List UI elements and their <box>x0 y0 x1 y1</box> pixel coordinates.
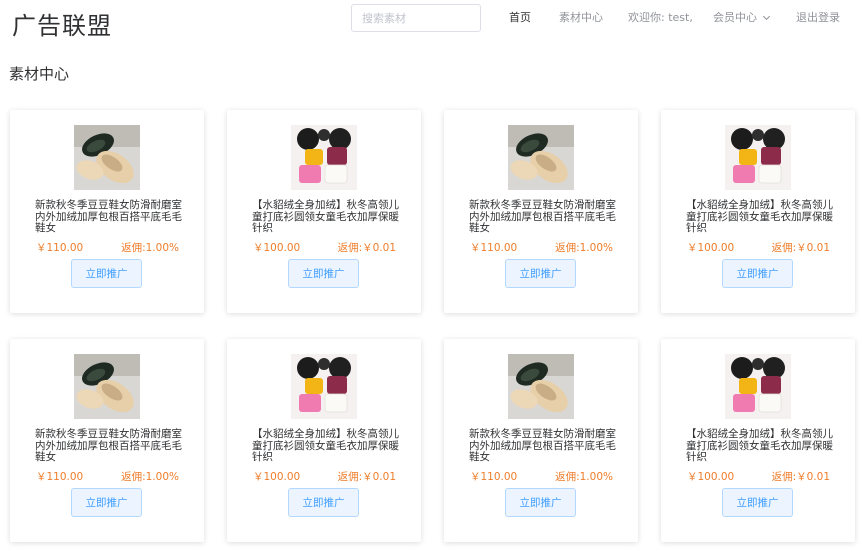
product-price: ￥100.00 <box>687 242 735 254</box>
product-title[interactable]: 【水貂绒全身加绒】秋冬高领儿童打底衫圆领女童毛衣加厚保暖针织 <box>686 199 836 235</box>
product-rebate: 返佣:1.00% <box>555 471 613 483</box>
promote-button[interactable]: 立即推广 <box>288 259 359 288</box>
product-image-shoes[interactable] <box>74 125 140 190</box>
product-rebate: 返佣:1.00% <box>555 242 613 254</box>
nav-home[interactable]: 首页 <box>509 9 531 25</box>
product-image-shoes[interactable] <box>74 354 140 419</box>
product-price: ￥110.00 <box>36 471 84 483</box>
product-card[interactable]: 新款秋冬季豆豆鞋女防滑耐磨室内外加绒加厚包根百搭平底毛毛鞋女 ￥110.00 返… <box>444 110 638 313</box>
product-title[interactable]: 【水貂绒全身加绒】秋冬高领儿童打底衫圆领女童毛衣加厚保暖针织 <box>252 199 402 235</box>
product-title[interactable]: 新款秋冬季豆豆鞋女防滑耐磨室内外加绒加厚包根百搭平底毛毛鞋女 <box>35 428 185 464</box>
page-title: 素材中心 <box>9 65 70 83</box>
top-header: 广告联盟 首页 素材中心 欢迎你: test, 会员中心 退出登录 <box>0 0 862 50</box>
product-rebate: 返佣:￥0.01 <box>771 471 830 483</box>
product-rebate: 返佣:￥0.01 <box>337 242 396 254</box>
promote-button[interactable]: 立即推广 <box>505 259 576 288</box>
promote-button[interactable]: 立即推广 <box>722 259 793 288</box>
product-title[interactable]: 【水貂绒全身加绒】秋冬高领儿童打底衫圆领女童毛衣加厚保暖针织 <box>252 428 402 464</box>
chevron-down-icon <box>762 12 771 21</box>
promote-button[interactable]: 立即推广 <box>288 488 359 517</box>
product-image-sweater[interactable] <box>291 125 357 190</box>
product-price: ￥110.00 <box>36 242 84 254</box>
product-price: ￥100.00 <box>253 471 301 483</box>
product-price: ￥100.00 <box>253 242 301 254</box>
product-card[interactable]: 新款秋冬季豆豆鞋女防滑耐磨室内外加绒加厚包根百搭平底毛毛鞋女 ￥110.00 返… <box>10 110 204 313</box>
product-card[interactable]: 【水貂绒全身加绒】秋冬高领儿童打底衫圆领女童毛衣加厚保暖针织 ￥100.00 返… <box>661 339 855 542</box>
product-price: ￥110.00 <box>470 242 518 254</box>
product-rebate: 返佣:1.00% <box>121 471 179 483</box>
search-input[interactable] <box>352 5 480 31</box>
promote-button[interactable]: 立即推广 <box>71 259 142 288</box>
product-title[interactable]: 新款秋冬季豆豆鞋女防滑耐磨室内外加绒加厚包根百搭平底毛毛鞋女 <box>469 199 619 235</box>
product-card[interactable]: 新款秋冬季豆豆鞋女防滑耐磨室内外加绒加厚包根百搭平底毛毛鞋女 ￥110.00 返… <box>10 339 204 542</box>
product-rebate: 返佣:￥0.01 <box>337 471 396 483</box>
search-box[interactable] <box>351 4 481 32</box>
product-rebate: 返佣:1.00% <box>121 242 179 254</box>
product-image-sweater[interactable] <box>725 354 791 419</box>
product-price: ￥100.00 <box>687 471 735 483</box>
product-title[interactable]: 新款秋冬季豆豆鞋女防滑耐磨室内外加绒加厚包根百搭平底毛毛鞋女 <box>35 199 185 235</box>
product-image-shoes[interactable] <box>508 125 574 190</box>
product-image-shoes[interactable] <box>508 354 574 419</box>
product-image-sweater[interactable] <box>291 354 357 419</box>
nav-materials[interactable]: 素材中心 <box>559 9 603 25</box>
product-image-sweater[interactable] <box>725 125 791 190</box>
product-title[interactable]: 新款秋冬季豆豆鞋女防滑耐磨室内外加绒加厚包根百搭平底毛毛鞋女 <box>469 428 619 464</box>
product-card[interactable]: 【水貂绒全身加绒】秋冬高领儿童打底衫圆领女童毛衣加厚保暖针织 ￥100.00 返… <box>227 110 421 313</box>
product-title[interactable]: 【水貂绒全身加绒】秋冬高领儿童打底衫圆领女童毛衣加厚保暖针织 <box>686 428 836 464</box>
product-card[interactable]: 新款秋冬季豆豆鞋女防滑耐磨室内外加绒加厚包根百搭平底毛毛鞋女 ￥110.00 返… <box>444 339 638 542</box>
product-card[interactable]: 【水貂绒全身加绒】秋冬高领儿童打底衫圆领女童毛衣加厚保暖针织 ￥100.00 返… <box>661 110 855 313</box>
product-card[interactable]: 【水貂绒全身加绒】秋冬高领儿童打底衫圆领女童毛衣加厚保暖针织 ￥100.00 返… <box>227 339 421 542</box>
promote-button[interactable]: 立即推广 <box>722 488 793 517</box>
product-price: ￥110.00 <box>470 471 518 483</box>
nav-member-center[interactable]: 会员中心 <box>713 9 771 25</box>
site-logo[interactable]: 广告联盟 <box>12 6 112 41</box>
promote-button[interactable]: 立即推广 <box>505 488 576 517</box>
welcome-text: 欢迎你: test, <box>628 11 693 24</box>
nav-member-label: 会员中心 <box>713 11 757 24</box>
product-rebate: 返佣:￥0.01 <box>771 242 830 254</box>
promote-button[interactable]: 立即推广 <box>71 488 142 517</box>
logout-link[interactable]: 退出登录 <box>796 9 840 25</box>
